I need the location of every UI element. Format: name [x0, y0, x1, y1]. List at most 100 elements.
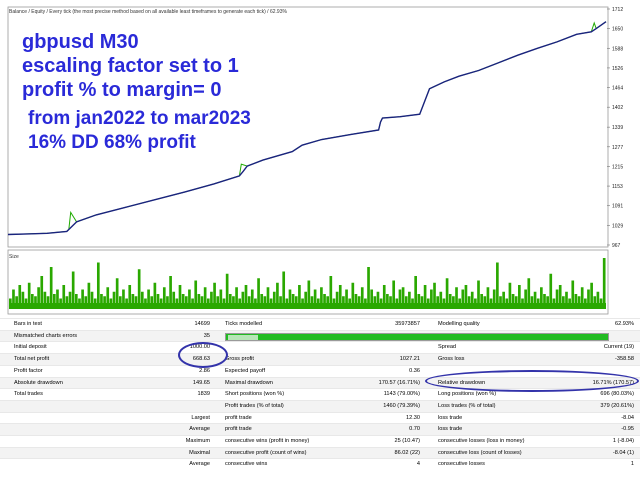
avg-losses-label: consecutive losses [438, 461, 485, 468]
max-wins-value: 25 (10.47) [394, 438, 421, 444]
size-bar [580, 287, 584, 303]
size-bar [131, 294, 135, 303]
size-bar [12, 289, 15, 303]
size-bar [159, 298, 163, 303]
avg-wins-label: consecutive wins [225, 461, 268, 468]
size-bar [464, 285, 468, 303]
size-bar [194, 280, 198, 303]
size-bar [178, 285, 182, 303]
size-bar [30, 294, 34, 303]
size-bar [423, 285, 427, 303]
size-bar [219, 289, 223, 303]
size-bar [235, 287, 238, 303]
size-bar [144, 298, 147, 303]
size-bar [470, 291, 474, 303]
size-bar [316, 298, 320, 303]
size-bar [536, 298, 540, 303]
size-bar [533, 291, 537, 303]
size-bar [467, 296, 471, 303]
size-bar [65, 296, 69, 303]
size-bar [370, 289, 374, 303]
annotation-ellipse-drawdown [425, 370, 639, 392]
y-tick-label: 1588 [612, 46, 623, 52]
size-bar [228, 294, 232, 303]
maximal-label: Maximal [189, 449, 210, 456]
max-wins-label: consecutive wins (profit in money) [225, 438, 310, 444]
size-bar [181, 294, 185, 303]
size-bar [140, 291, 144, 303]
size-bar [78, 298, 81, 303]
report-table: Bars in test 14699 Ticks modelled 359738… [0, 318, 640, 480]
overlay-line-4: from jan2022 to mar2023 [28, 108, 251, 129]
size-bar [502, 291, 505, 303]
max-losses-value: 1 (-8.04) [612, 438, 634, 444]
size-bar [74, 294, 78, 303]
size-bar [250, 289, 254, 303]
size-bar [96, 262, 100, 303]
maximal-profit-label: consecutive profit (count of wins) [225, 449, 307, 456]
size-bar [408, 291, 411, 303]
size-bar [68, 291, 72, 303]
size-bar [320, 287, 323, 303]
profit-trades-label: Profit trades (% of total) [225, 402, 284, 409]
size-bar [599, 298, 603, 303]
size-bar [577, 296, 581, 303]
size-bar [458, 298, 461, 303]
size-bar [40, 276, 44, 303]
size-bar [166, 296, 169, 303]
size-bar [257, 278, 260, 303]
average-loss-label: loss trade [438, 426, 463, 433]
size-bar [527, 278, 531, 303]
y-tick-label: 1029 [612, 223, 623, 229]
table-row: Maximal consecutive profit (count of win… [0, 446, 640, 459]
size-bar [285, 298, 289, 303]
size-bar [386, 294, 389, 303]
size-bar [49, 267, 53, 303]
overlay-line-3: profit % to margin= 0 [22, 79, 222, 101]
y-tick-label: 1712 [612, 7, 623, 13]
size-bar [584, 298, 587, 303]
size-bar [329, 276, 333, 303]
size-bar [263, 296, 267, 303]
size-bar [401, 287, 405, 303]
size-bar [27, 282, 31, 303]
size-bar [558, 285, 562, 303]
size-bar [521, 298, 524, 303]
table-row: Maximum consecutive wins (profit in mone… [0, 435, 640, 447]
largest-profit-value: 12.30 [406, 414, 420, 421]
maximal-loss-label: consecutive loss (count of losses) [438, 449, 522, 456]
size-bar [56, 289, 59, 303]
size-bar [360, 287, 364, 303]
grossprofit-label: Gross profit [225, 356, 254, 363]
size-bar [222, 298, 226, 303]
size-bar [9, 298, 12, 303]
size-bar [357, 296, 361, 303]
size-bar [122, 289, 125, 303]
size-bar [112, 291, 116, 303]
mismatch-label: Mismatched charts errors [14, 332, 78, 339]
size-bar [417, 294, 421, 303]
size-bar [426, 298, 430, 303]
y-tick-labels: 1712 1650 1588 1526 1464 1402 1339 1277 1215 1153… [607, 7, 623, 249]
size-bar [238, 298, 242, 303]
size-bar [156, 294, 160, 303]
size-bar [247, 296, 251, 303]
y-tick-label: 1277 [612, 145, 623, 151]
size-bar [203, 287, 207, 303]
average-label: Average [189, 426, 210, 433]
size-bar [200, 296, 204, 303]
size-bar [225, 273, 229, 303]
size-bar [232, 296, 235, 303]
size-bar [37, 287, 40, 303]
size-bar [304, 291, 308, 303]
size-bar [499, 296, 502, 303]
size-bar [241, 291, 245, 303]
size-bar [307, 280, 311, 303]
size-bar [373, 296, 377, 303]
largest-profit-label: profit trade [225, 414, 252, 421]
y-tick-label: 1650 [612, 27, 623, 33]
size-bar [294, 296, 298, 303]
overlay-line-5: 16% DD 68% profit [28, 132, 196, 153]
size-bar [260, 294, 264, 303]
table-row: Bars in test 14699 Ticks modelled 359738… [0, 318, 640, 330]
